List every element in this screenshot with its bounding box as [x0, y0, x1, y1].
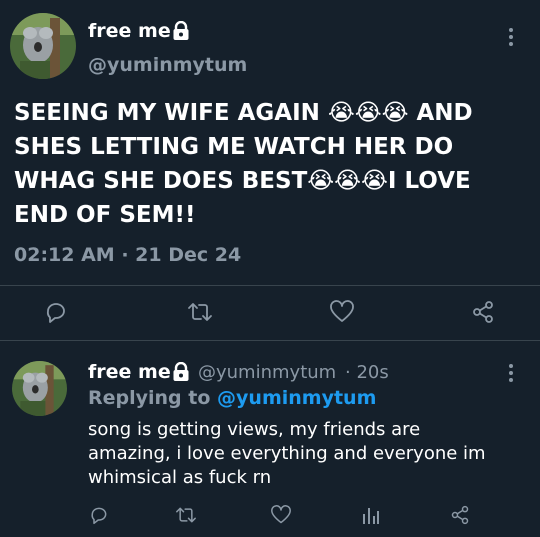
tweet-text-line: SHES LETTING ME WATCH HER DO [14, 134, 454, 160]
reply-text-line: whimsical as fuck rn [88, 467, 272, 488]
lock-icon [172, 21, 190, 41]
more-icon[interactable] [508, 27, 514, 47]
more-icon[interactable] [508, 363, 514, 383]
reply-avatar[interactable] [12, 361, 67, 416]
main-username[interactable]: @yuminmytum [88, 54, 247, 76]
share-icon[interactable] [450, 505, 470, 525]
reply-icon[interactable] [44, 300, 68, 324]
main-display-name[interactable]: free me [88, 20, 171, 42]
retweet-icon[interactable] [187, 300, 213, 324]
tweet-text-line: SEEING MY WIFE AGAIN 😭😭😭 AND [14, 100, 473, 126]
divider [0, 340, 540, 341]
share-icon[interactable] [471, 300, 495, 324]
replying-label: Replying to [88, 387, 211, 409]
main-avatar[interactable] [10, 13, 76, 79]
views-icon[interactable] [361, 505, 381, 525]
main-tweet-text: SEEING MY WIFE AGAIN 😭😭😭 AND SHES LETTIN… [14, 96, 534, 232]
like-icon[interactable] [329, 300, 355, 324]
replying-to-link[interactable]: @yuminmytum [217, 387, 376, 409]
main-timestamp[interactable]: 02:12 AM · 21 Dec 24 [14, 244, 241, 266]
reply-username[interactable]: @yuminmytum [198, 362, 336, 383]
divider [0, 285, 540, 286]
tweet-text-line: WHAG SHE DOES BEST😭😭😭I LOVE [14, 168, 471, 194]
reply-display-name[interactable]: free me [88, 361, 171, 383]
like-icon[interactable] [270, 505, 292, 525]
tweet-text-line: END OF SEM!! [14, 202, 196, 228]
reply-text-line: amazing, i love everything and everyone … [88, 443, 486, 464]
reply-text-line: song is getting views, my friends are [88, 419, 421, 440]
reply-icon[interactable] [89, 505, 109, 525]
replying-to-line: Replying to @yuminmytum [88, 387, 376, 409]
retweet-icon[interactable] [175, 505, 197, 525]
reply-text: song is getting views, my friends are am… [88, 418, 486, 490]
lock-icon [172, 362, 190, 382]
reply-time[interactable]: · 20s [345, 362, 389, 383]
